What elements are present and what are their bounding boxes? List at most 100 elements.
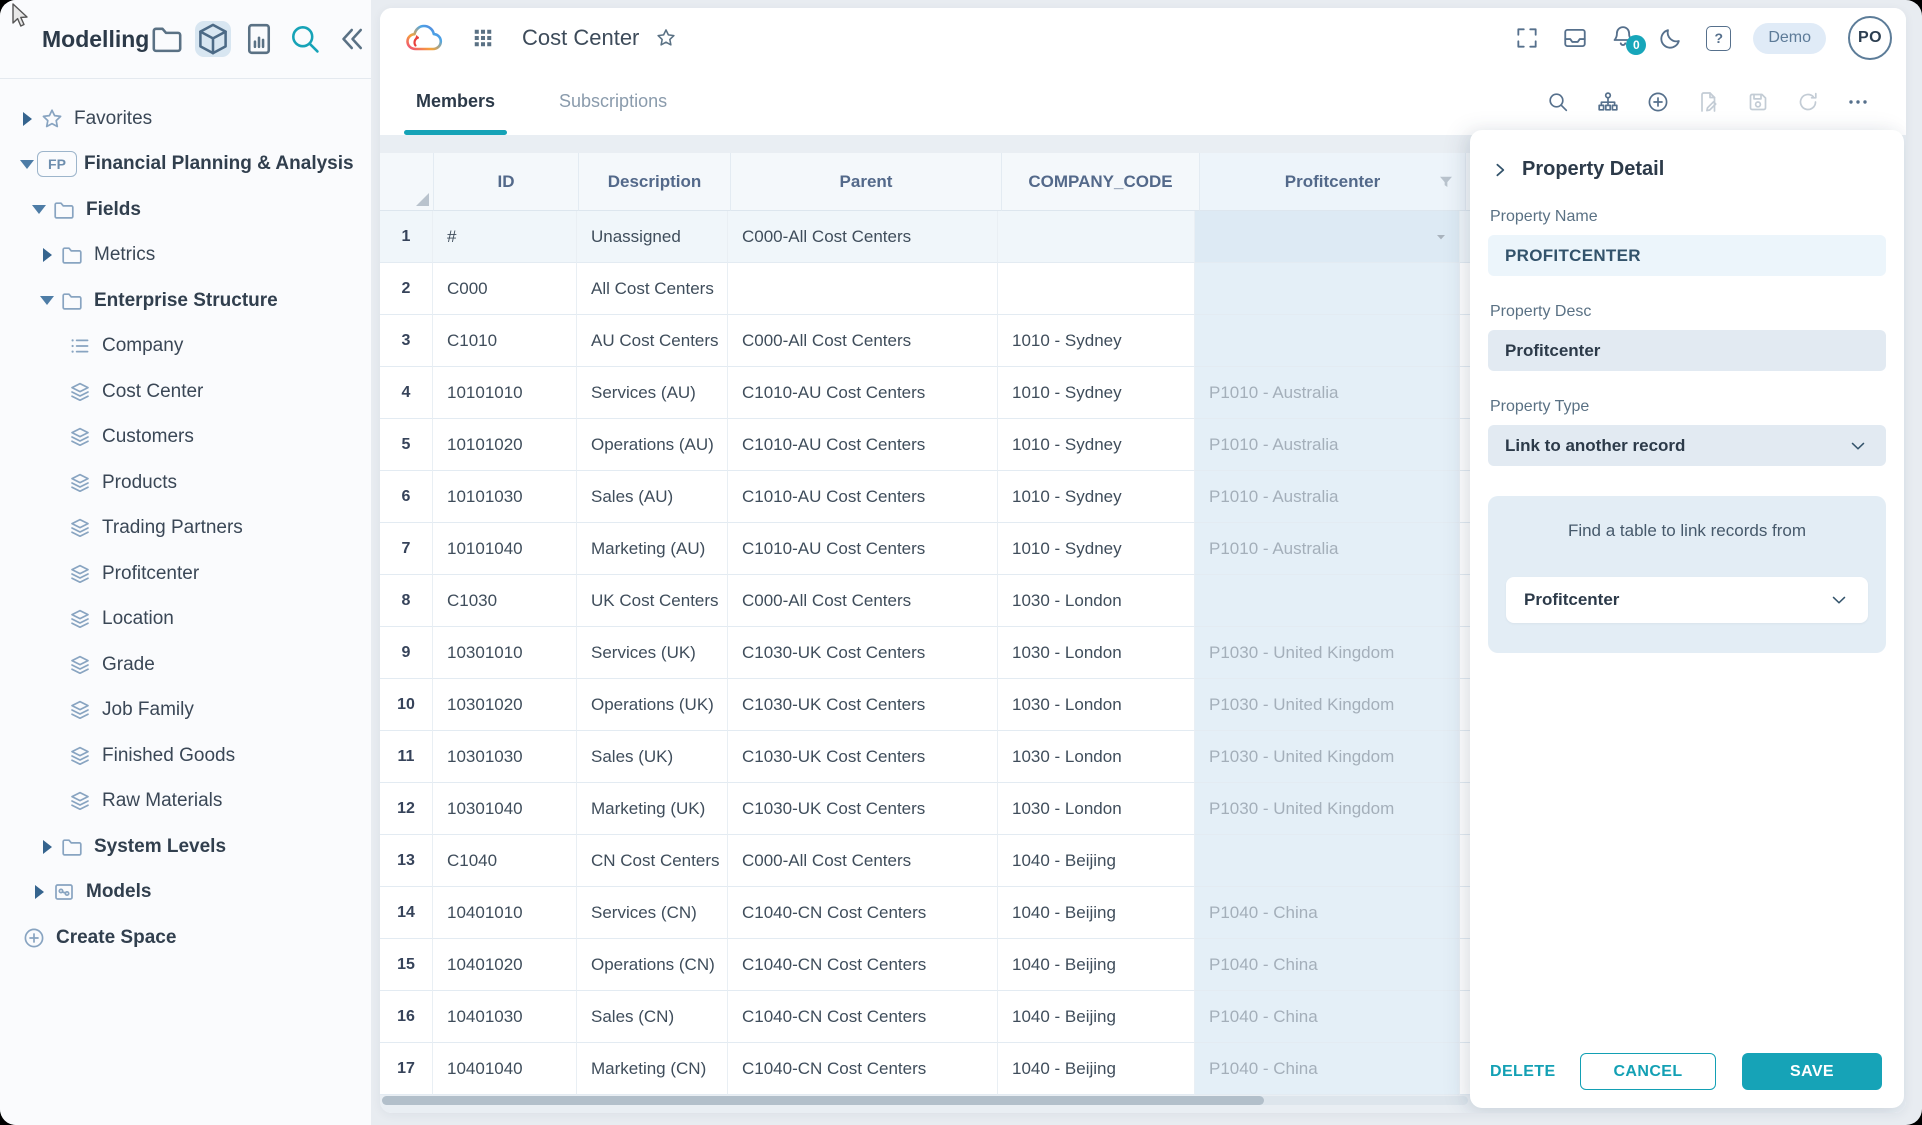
cell-description[interactable]: Sales (UK): [577, 731, 728, 783]
cell-id[interactable]: 10301040: [433, 783, 577, 835]
cell-company_code[interactable]: 1030 - London: [998, 731, 1195, 783]
cell-id[interactable]: 10101010: [433, 367, 577, 419]
sidebar-item-finished-goods[interactable]: Finished Goods: [0, 733, 371, 779]
app-grid-icon[interactable]: [472, 27, 494, 49]
cell-profitcenter[interactable]: P1010 - Australia: [1195, 419, 1460, 471]
add-member-icon[interactable]: [1646, 90, 1670, 114]
model-view-icon[interactable]: [195, 21, 231, 57]
cell-description[interactable]: Operations (AU): [577, 419, 728, 471]
cell-parent[interactable]: C1030-UK Cost Centers: [728, 627, 998, 679]
sidebar-item-location[interactable]: Location: [0, 597, 371, 643]
sidebar-item-customers[interactable]: Customers: [0, 415, 371, 461]
cell-description[interactable]: Marketing (UK): [577, 783, 728, 835]
cell-description[interactable]: Marketing (CN): [577, 1043, 728, 1095]
sidebar-item-cost-center[interactable]: Cost Center: [0, 369, 371, 415]
cell-description[interactable]: Marketing (AU): [577, 523, 728, 575]
more-options-icon[interactable]: [1846, 90, 1870, 114]
row-number-cell[interactable]: 17: [380, 1043, 433, 1095]
cell-company_code[interactable]: 1030 - London: [998, 575, 1195, 627]
property-desc-input[interactable]: Profitcenter: [1488, 330, 1886, 371]
cell-company_code[interactable]: 1010 - Sydney: [998, 367, 1195, 419]
cancel-button[interactable]: CANCEL: [1580, 1053, 1716, 1090]
row-number-cell[interactable]: 12: [380, 783, 433, 835]
sidebar-item-enterprise-structure[interactable]: Enterprise Structure: [0, 278, 371, 324]
cell-company_code[interactable]: [998, 211, 1195, 263]
cell-profitcenter[interactable]: P1040 - China: [1195, 1043, 1460, 1095]
property-type-dropdown[interactable]: Link to another record: [1488, 425, 1886, 466]
cell-parent[interactable]: C1010-AU Cost Centers: [728, 523, 998, 575]
cell-company_code[interactable]: 1040 - Beijing: [998, 939, 1195, 991]
collapse-panel-chevron-icon[interactable]: [1492, 162, 1508, 178]
save-button[interactable]: SAVE: [1742, 1053, 1882, 1090]
row-number-cell[interactable]: 2: [380, 263, 433, 315]
sidebar-item-grade[interactable]: Grade: [0, 642, 371, 688]
row-number-cell[interactable]: 5: [380, 419, 433, 471]
cell-description[interactable]: Operations (CN): [577, 939, 728, 991]
cell-parent[interactable]: [728, 263, 998, 315]
row-number-cell[interactable]: 10: [380, 679, 433, 731]
row-number-cell[interactable]: 1: [380, 211, 433, 263]
cell-profitcenter[interactable]: P1030 - United Kingdom: [1195, 679, 1460, 731]
search-grid-icon[interactable]: [1546, 90, 1570, 114]
cell-id[interactable]: C1030: [433, 575, 577, 627]
cell-id[interactable]: 10401010: [433, 887, 577, 939]
cell-profitcenter[interactable]: [1195, 211, 1460, 263]
cell-parent[interactable]: C000-All Cost Centers: [728, 211, 998, 263]
cell-description[interactable]: Services (UK): [577, 627, 728, 679]
cell-company_code[interactable]: 1030 - London: [998, 783, 1195, 835]
cell-description[interactable]: Sales (CN): [577, 991, 728, 1043]
sidebar-item-favorites[interactable]: Favorites: [0, 96, 371, 142]
sidebar-item-products[interactable]: Products: [0, 460, 371, 506]
caret-down-icon[interactable]: [38, 296, 56, 305]
cell-description[interactable]: Services (AU): [577, 367, 728, 419]
caret-right-icon[interactable]: [18, 112, 36, 126]
cell-company_code[interactable]: 1040 - Beijing: [998, 887, 1195, 939]
horizontal-scrollbar-track[interactable]: [382, 1096, 1468, 1105]
cell-description[interactable]: Sales (AU): [577, 471, 728, 523]
favorite-star-icon[interactable]: [655, 27, 677, 49]
cell-profitcenter[interactable]: [1195, 263, 1460, 315]
row-number-cell[interactable]: 14: [380, 887, 433, 939]
horizontal-scrollbar-thumb[interactable]: [382, 1096, 1264, 1105]
cell-description[interactable]: Operations (UK): [577, 679, 728, 731]
sidebar-item-raw-materials[interactable]: Raw Materials: [0, 779, 371, 825]
row-number-cell[interactable]: 16: [380, 991, 433, 1043]
notifications-bell-icon[interactable]: 0: [1610, 25, 1636, 51]
cell-dropdown-chevron-icon[interactable]: [1433, 229, 1449, 245]
tab-members[interactable]: Members: [406, 68, 505, 135]
sidebar-item-trading-partners[interactable]: Trading Partners: [0, 506, 371, 552]
cell-id[interactable]: 10101040: [433, 523, 577, 575]
sidebar-item-profitcenter[interactable]: Profitcenter: [0, 551, 371, 597]
column-header-Parent[interactable]: Parent: [731, 153, 1002, 211]
caret-down-icon[interactable]: [18, 160, 36, 169]
column-header-COMPANY_CODE[interactable]: COMPANY_CODE: [1002, 153, 1200, 211]
row-number-cell[interactable]: 8: [380, 575, 433, 627]
cell-company_code[interactable]: [998, 263, 1195, 315]
row-number-cell[interactable]: 13: [380, 835, 433, 887]
row-number-cell[interactable]: 11: [380, 731, 433, 783]
caret-down-icon[interactable]: [30, 205, 48, 214]
cell-parent[interactable]: C1030-UK Cost Centers: [728, 731, 998, 783]
app-logo-cloud-icon[interactable]: [402, 21, 450, 55]
cell-profitcenter[interactable]: P1040 - China: [1195, 939, 1460, 991]
hierarchy-view-icon[interactable]: [1596, 90, 1620, 114]
user-avatar[interactable]: PO: [1848, 16, 1892, 60]
cell-profitcenter[interactable]: P1030 - United Kingdom: [1195, 731, 1460, 783]
cell-profitcenter[interactable]: [1195, 575, 1460, 627]
fullscreen-icon[interactable]: [1514, 25, 1540, 51]
collapse-sidebar-icon[interactable]: [333, 21, 369, 57]
cell-id[interactable]: 10301010: [433, 627, 577, 679]
cell-id[interactable]: 10301030: [433, 731, 577, 783]
dark-mode-moon-icon[interactable]: [1658, 25, 1684, 51]
cell-parent[interactable]: C000-All Cost Centers: [728, 315, 998, 367]
column-header-Description[interactable]: Description: [579, 153, 731, 211]
row-number-cell[interactable]: 6: [380, 471, 433, 523]
cell-description[interactable]: Unassigned: [577, 211, 728, 263]
cell-parent[interactable]: C000-All Cost Centers: [728, 575, 998, 627]
cell-description[interactable]: CN Cost Centers: [577, 835, 728, 887]
delete-button[interactable]: DELETE: [1490, 1063, 1556, 1081]
sidebar-item-system-levels[interactable]: System Levels: [0, 824, 371, 870]
column-header-Profitcenter[interactable]: Profitcenter: [1200, 153, 1466, 211]
sidebar-item-financial-planning-analysis[interactable]: FPFinancial Planning & Analysis: [0, 142, 371, 188]
filter-funnel-icon[interactable]: [1437, 173, 1455, 191]
